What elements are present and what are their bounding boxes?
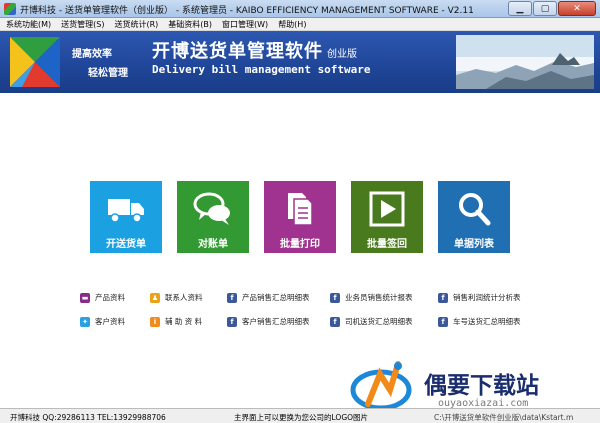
facebook-icon: f xyxy=(438,292,448,303)
status-hint: 主界面上可以更换为您公司的LOGO图片 xyxy=(234,413,369,422)
link-label: 车号送货汇总明细表 xyxy=(453,317,521,326)
app-name-text: 开博送货单管理软件 xyxy=(152,41,323,62)
info-icon: i xyxy=(150,316,160,327)
minimize-icon: ▁ xyxy=(516,3,524,14)
chat-bubbles-icon xyxy=(193,192,230,225)
app-name-english: Delivery bill management software xyxy=(152,63,371,76)
link-auxiliary-info[interactable]: i 辅 助 资 料 xyxy=(150,316,202,327)
link-product-info[interactable]: ▬ 产品资料 xyxy=(80,292,125,303)
menu-basic-data[interactable]: 基础资料(B) xyxy=(168,19,212,30)
truck-icon xyxy=(108,199,144,223)
menu-bar: 系统功能(M) 送货管理(S) 送货统计(R) 基础资料(B) 窗口管理(W) … xyxy=(0,18,600,31)
link-label: 司机送货汇总明细表 xyxy=(345,317,413,326)
statement-tile[interactable]: 对账单 xyxy=(177,181,249,253)
app-name: 开博送货单管理软件 创业版 xyxy=(152,37,357,63)
title-bar: 开博科技 - 送货单管理软件（创业版） - 系统管理员 - KAIBO EFFI… xyxy=(0,0,600,18)
link-label: 销售利润统计分析表 xyxy=(453,293,521,302)
slogan-line-1: 提高效率 xyxy=(72,49,112,60)
facebook-icon: f xyxy=(438,316,448,327)
status-contact: 开博科技 QQ:29286113 TEL:13929988706 xyxy=(10,413,166,422)
link-label: 产品资料 xyxy=(95,293,125,302)
link-label: 业务员销售统计报表 xyxy=(345,293,413,302)
link-profit-analysis[interactable]: f 销售利润统计分析表 xyxy=(438,292,521,303)
link-vehicle-delivery-summary[interactable]: f 车号送货汇总明细表 xyxy=(438,316,521,327)
link-product-sales-summary[interactable]: f 产品销售汇总明细表 xyxy=(227,292,310,303)
batch-print-tile[interactable]: 批量打印 xyxy=(264,181,336,253)
facebook-icon: f xyxy=(227,292,237,303)
tile-label: 批量签回 xyxy=(367,239,407,250)
status-path: C:\开博送货单软件创业版\data\Kstart.m xyxy=(434,413,574,422)
company-logo xyxy=(10,37,60,87)
link-label: 联系人资料 xyxy=(165,293,203,302)
new-delivery-tile[interactable]: 开送货单 xyxy=(90,181,162,253)
window-controls: ▁ ▢ ✕ xyxy=(508,1,596,16)
watermark-text: 偶要下载站 xyxy=(424,373,539,399)
mountain-image xyxy=(456,35,594,89)
tile-label: 单据列表 xyxy=(454,239,494,250)
link-label: 辅 助 资 料 xyxy=(165,317,203,326)
minimize-button[interactable]: ▁ xyxy=(508,1,532,16)
link-label: 产品销售汇总明细表 xyxy=(242,293,310,302)
app-icon xyxy=(4,3,16,15)
slogan-line-2: 轻松管理 xyxy=(88,68,128,79)
maximize-icon: ▢ xyxy=(540,3,550,14)
link-customer-info[interactable]: ✦ 客户资料 xyxy=(80,316,125,327)
close-icon: ✕ xyxy=(573,3,581,14)
batch-signback-tile[interactable]: 批量签回 xyxy=(351,181,423,253)
magnifier-icon xyxy=(459,193,491,226)
tile-label: 开送货单 xyxy=(106,239,146,250)
link-label: 客户资料 xyxy=(95,317,125,326)
product-icon: ▬ xyxy=(80,292,90,303)
document-list-tile[interactable]: 单据列表 xyxy=(438,181,510,253)
link-driver-delivery-summary[interactable]: f 司机送货汇总明细表 xyxy=(330,316,413,327)
watermark-logo xyxy=(350,361,412,411)
menu-statistics[interactable]: 送货统计(R) xyxy=(114,19,158,30)
facebook-icon: f xyxy=(330,316,340,327)
window-title: 开博科技 - 送货单管理软件（创业版） - 系统管理员 - KAIBO EFFI… xyxy=(20,6,474,16)
facebook-icon: f xyxy=(227,316,237,327)
banner: 提高效率 轻松管理 开博送货单管理软件 创业版 Delivery bill man… xyxy=(0,31,600,93)
documents-icon xyxy=(288,193,313,226)
status-bar: 开博科技 QQ:29286113 TEL:13929988706 主界面上可以更… xyxy=(0,408,600,423)
quick-links: ▬ 产品资料 ♟ 联系人资料 f 产品销售汇总明细表 f 业务员销售统计报表 f… xyxy=(80,292,521,332)
menu-window[interactable]: 窗口管理(W) xyxy=(222,19,268,30)
menu-system[interactable]: 系统功能(M) xyxy=(6,19,51,30)
facebook-icon: f xyxy=(330,292,340,303)
maximize-button[interactable]: ▢ xyxy=(533,1,557,16)
tile-label: 对账单 xyxy=(198,239,228,250)
menu-delivery[interactable]: 送货管理(S) xyxy=(61,19,104,30)
link-customer-sales-summary[interactable]: f 客户销售汇总明细表 xyxy=(227,316,310,327)
contact-icon: ♟ xyxy=(150,292,160,303)
link-salesman-report[interactable]: f 业务员销售统计报表 xyxy=(330,292,413,303)
menu-help[interactable]: 帮助(H) xyxy=(278,19,306,30)
main-tiles: 开送货单 对账单 批量打印 批量签回 单据列表 xyxy=(90,181,510,253)
link-label: 客户销售汇总明细表 xyxy=(242,317,310,326)
play-icon xyxy=(369,191,405,227)
tile-label: 批量打印 xyxy=(280,239,320,250)
twitter-icon: ✦ xyxy=(80,316,90,327)
edition-label: 创业版 xyxy=(327,49,357,60)
link-contact-info[interactable]: ♟ 联系人资料 xyxy=(150,292,203,303)
close-button[interactable]: ✕ xyxy=(558,1,596,16)
